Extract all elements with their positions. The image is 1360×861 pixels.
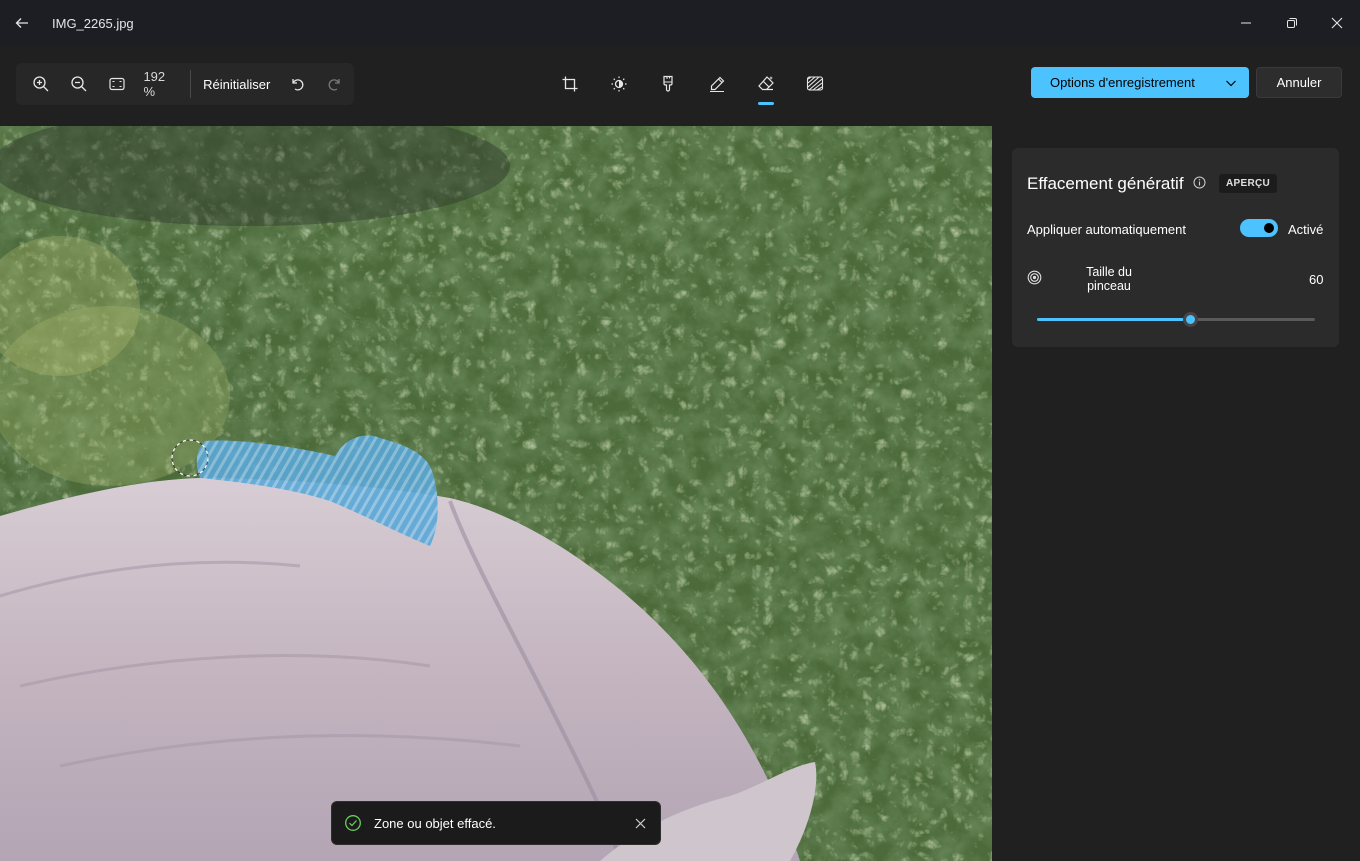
redo-icon <box>328 79 340 91</box>
slider-fill <box>1037 318 1190 321</box>
arrow-left-icon <box>15 18 28 28</box>
back-button[interactable] <box>0 0 44 46</box>
toolbar: 192 % Réinitialiser Options d'enregistre… <box>0 46 1360 126</box>
divider <box>190 70 192 98</box>
chevron-down-icon <box>1226 80 1236 86</box>
panel-title: Effacement génératif <box>1027 174 1184 193</box>
toast-close-button[interactable] <box>620 801 660 845</box>
toggle-knob <box>1264 223 1274 233</box>
brush-size-icon <box>1027 270 1042 285</box>
adjust-tool[interactable] <box>594 63 643 105</box>
zoom-in-button[interactable] <box>22 65 60 103</box>
save-options-button[interactable]: Options d'enregistrement <box>1031 67 1249 98</box>
auto-apply-state: Activé <box>1288 222 1324 237</box>
zoom-in-icon <box>33 76 49 92</box>
filter-tool[interactable] <box>643 63 692 105</box>
window-title: IMG_2265.jpg <box>52 15 134 31</box>
brush-size-label: Taille du pinceau <box>1086 265 1132 293</box>
crop-icon <box>562 76 577 92</box>
pen-icon <box>709 76 724 93</box>
preview-badge: APERÇU <box>1219 174 1278 193</box>
minimize-icon <box>1241 22 1251 24</box>
auto-apply-label: Appliquer automatiquement <box>1027 222 1186 237</box>
reset-button[interactable]: Réinitialiser <box>203 77 270 92</box>
fit-to-window-icon <box>108 77 125 91</box>
zoom-controls: 192 % Réinitialiser <box>16 63 354 105</box>
erase-tool[interactable] <box>741 63 790 105</box>
toast-notification: Zone ou objet effacé. <box>331 801 661 845</box>
filter-icon <box>662 75 673 92</box>
background-tool[interactable] <box>790 63 839 105</box>
save-options-dropdown[interactable] <box>1213 67 1249 98</box>
cancel-button[interactable]: Annuler <box>1256 67 1342 98</box>
toast-message: Zone ou objet effacé. <box>374 815 496 831</box>
photo-image <box>0 126 992 861</box>
zoom-out-button[interactable] <box>60 65 98 103</box>
minimize-button[interactable] <box>1223 0 1269 46</box>
zoom-level[interactable]: 192 % <box>143 69 180 99</box>
undo-button[interactable] <box>278 65 316 103</box>
slider-thumb[interactable] <box>1182 312 1198 327</box>
background-icon <box>806 76 823 91</box>
markup-tool[interactable] <box>692 63 741 105</box>
restore-button[interactable] <box>1269 0 1315 46</box>
close-icon <box>635 818 645 828</box>
image-canvas[interactable] <box>0 126 992 861</box>
brush-size-slider[interactable] <box>1037 309 1315 331</box>
save-options-label: Options d'enregistrement <box>1050 75 1195 90</box>
title-bar: IMG_2265.jpg <box>0 0 1360 46</box>
auto-apply-toggle[interactable] <box>1240 219 1278 237</box>
restore-icon <box>1287 18 1297 28</box>
close-window-button[interactable] <box>1314 0 1360 46</box>
info-icon[interactable] <box>1193 176 1206 189</box>
eraser-icon <box>757 76 774 91</box>
undo-icon <box>292 79 304 91</box>
crop-tool[interactable] <box>545 63 594 105</box>
zoom-out-icon <box>71 76 87 92</box>
close-icon <box>1331 17 1343 29</box>
side-panel: Effacement génératif APERÇU Appliquer au… <box>992 126 1360 861</box>
fit-to-window-button[interactable] <box>98 65 136 103</box>
edit-tools <box>545 63 839 105</box>
redo-button[interactable] <box>316 65 354 103</box>
brush-size-value: 60 <box>1309 272 1324 287</box>
generative-erase-card: Effacement génératif APERÇU Appliquer au… <box>1012 148 1339 347</box>
brightness-icon <box>611 76 626 92</box>
check-circle-icon <box>345 815 361 831</box>
